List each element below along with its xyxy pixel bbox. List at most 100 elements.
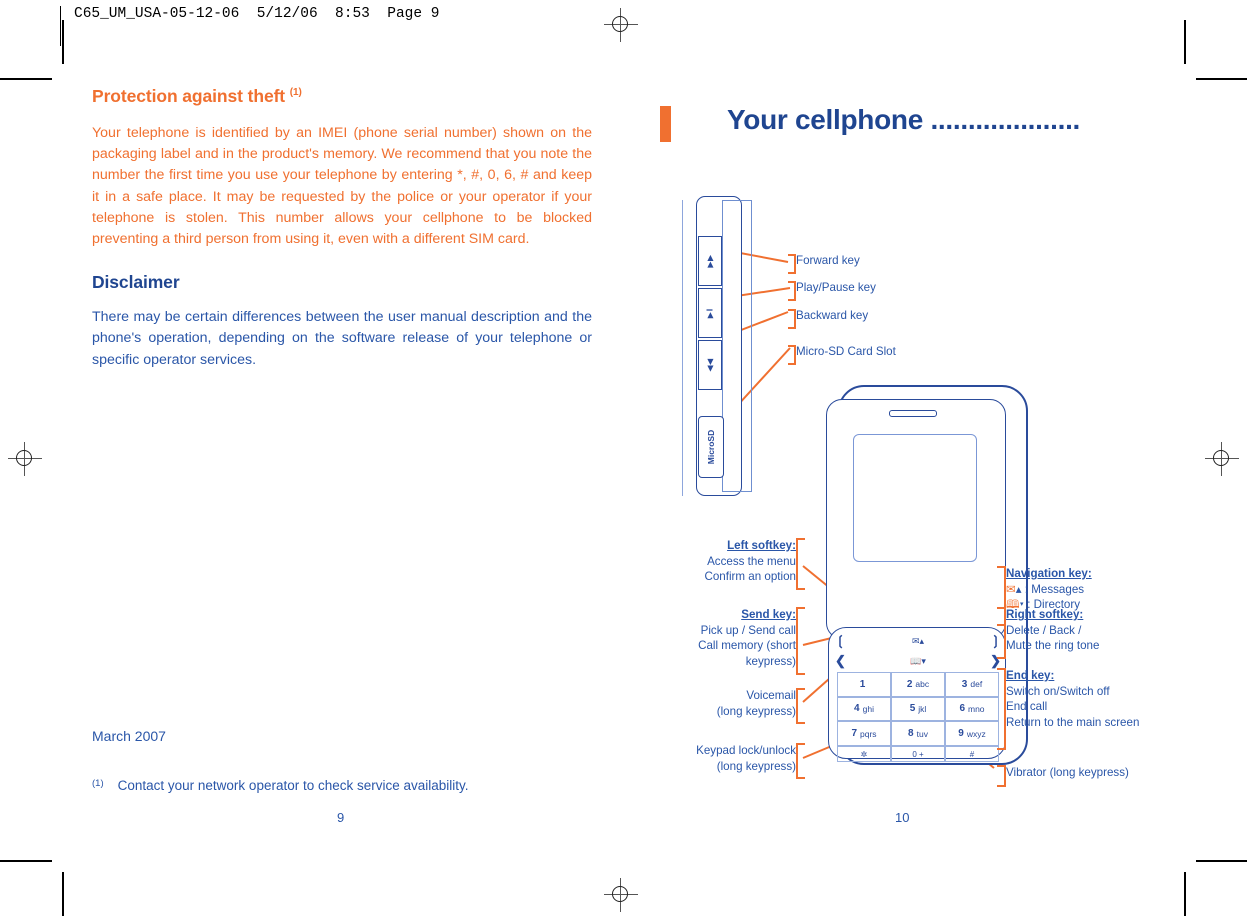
callout-bracket-vibrator [997, 765, 1006, 787]
callout-end-key-line-2: End call [1006, 700, 1048, 713]
book-down-icon[interactable]: 📖▾ [910, 656, 926, 667]
envelope-icon: ✉ [1006, 582, 1016, 596]
registration-mark-top [604, 8, 638, 42]
side-view-back-edge [722, 200, 752, 492]
play-pause-key[interactable]: ▶‖ [698, 288, 722, 338]
callout-left-softkey-line-2: Confirm an option [704, 570, 796, 583]
section-body-protection: Your telephone is identified by an IMEI … [92, 125, 592, 248]
key-1[interactable]: 1 [837, 672, 891, 697]
key-7-number: 7 [851, 728, 857, 740]
callout-send-key-title: Send key: [741, 608, 796, 621]
printed-page-spread: C65_UM_USA-05-12-06 5/12/06 8:53 Page 9 … [0, 0, 1247, 922]
callout-left-softkey: Left softkey: Access the menu Confirm an… [660, 538, 796, 585]
key-7-letters: pqrs [860, 728, 877, 739]
section-heading-disclaimer: Disclaimer [92, 272, 180, 293]
up-arrow-icon: ▴ [1015, 582, 1022, 596]
key-4-number: 4 [854, 703, 860, 715]
key-2[interactable]: 2 abc [891, 672, 945, 697]
callout-vibrator-line-1: Vibrator (long keypress) [1006, 766, 1129, 779]
label-forward-key: Forward key [796, 254, 860, 267]
navigation-row: ❮ 📖▾ ❯ [835, 652, 1001, 670]
key-4-letters: ghi [862, 703, 874, 714]
phone-keypad-area: ❲ ✉▴ ❳ ❮ 📖▾ ❯ 1 2 abc 3 def 4 ghi 5 jkl 6 mno… [828, 627, 1006, 762]
crop-mark-tr-v [1184, 20, 1186, 64]
crop-mark-tl-h [0, 78, 52, 80]
callout-bracket-left-softkey [796, 538, 805, 590]
micro-sd-label: MicroSD [706, 429, 716, 465]
footnote: (1) Contact your network operator to che… [92, 778, 469, 793]
label-backward-key: Backward key [796, 309, 869, 322]
callout-left-softkey-title: Left softkey: [727, 539, 796, 552]
callout-right-softkey-line-2: Mute the ring tone [1006, 639, 1100, 652]
key-5-number: 5 [909, 703, 916, 715]
callout-keypad-lock-line-1: Keypad lock/unlock [696, 744, 796, 757]
callout-bracket-voicemail [796, 688, 805, 724]
send-key[interactable]: ❲ [835, 633, 846, 649]
key-star[interactable]: ✲ [837, 746, 891, 762]
key-9[interactable]: 9 wxyz [945, 721, 999, 746]
label-bracket [788, 281, 796, 301]
chapter-title: Your cellphone .................... [727, 104, 1081, 135]
navigation-messages-row: ✉▴ : Messages [1006, 583, 1084, 596]
callout-send-key-line-3: keypress) [745, 654, 796, 668]
key-8-number: 8 [908, 728, 914, 740]
key-2-letters: abc [915, 679, 930, 690]
key-7[interactable]: 7 pqrs [837, 721, 891, 746]
section-heading-protection: Protection against theft (1) [92, 86, 592, 107]
callout-navigation-key-title: Navigation key: [1006, 567, 1092, 580]
key-3-letters: def [970, 679, 983, 690]
micro-sd-card-slot[interactable]: MicroSD [698, 416, 724, 478]
phone-side-view: ▶▶ ▶‖ ◀◀ MicroSD [682, 196, 758, 496]
callout-bracket-end-key [997, 668, 1006, 750]
footnote-text: Contact your network operator to check s… [117, 778, 469, 793]
label-bracket [788, 345, 796, 365]
registration-mark-left [8, 442, 42, 476]
key-hash[interactable]: # [945, 746, 999, 762]
backward-key[interactable]: ◀◀ [698, 340, 722, 390]
key-8-letters: tuv [916, 728, 928, 739]
callout-voicemail: Voicemail (long keypress) [660, 688, 796, 719]
callout-right-softkey-title: Right softkey: [1006, 608, 1084, 621]
publication-date: March 2007 [92, 728, 166, 744]
left-page-content: Protection against theft (1) Your teleph… [92, 86, 592, 371]
envelope-up-icon[interactable]: ✉▴ [912, 636, 924, 647]
key-zero-label: 0 + [912, 749, 924, 759]
key-6[interactable]: 6 mno [945, 696, 999, 722]
callout-right-softkey: Right softkey: Delete / Back / Mute the … [1006, 607, 1206, 654]
crop-mark-br-v [1184, 872, 1186, 916]
callout-bracket-right-softkey [997, 607, 1006, 659]
callout-navigation-key: Navigation key: ✉▴ : Messages 🕮▾ : Direc… [1006, 566, 1206, 613]
footnote-mark: (1) [92, 778, 104, 789]
key-6-letters: mno [968, 703, 985, 714]
page-number-left: 9 [337, 810, 345, 825]
key-9-number: 9 [958, 728, 964, 740]
navigation-messages-text: : Messages [1024, 582, 1085, 596]
callout-bracket-keypad-lock [796, 743, 805, 779]
key-4[interactable]: 4 ghi [837, 696, 891, 722]
key-3[interactable]: 3 def [945, 672, 999, 697]
callout-send-key: Send key: Pick up / Send call Call memor… [660, 607, 796, 669]
section-heading-protection-text: Protection against theft [92, 86, 286, 106]
callout-keypad-lock: Keypad lock/unlock (long keypress) [660, 743, 796, 774]
key-5[interactable]: 5 jkl [891, 696, 945, 722]
phone-diagram: ▶▶ ▶‖ ◀◀ MicroSD Forward key Play/Pause … [660, 180, 1240, 800]
running-head: C65_UM_USA-05-12-06 5/12/06 8:53 Page 9 [74, 6, 440, 22]
keypad-bottom-row: ✲ 0 + # [837, 746, 999, 762]
earpiece-speaker [889, 410, 937, 417]
crop-mark-br-h [1196, 860, 1247, 862]
callout-end-key-title: End key: [1006, 669, 1055, 682]
backward-key-icon: ◀◀ [705, 358, 715, 372]
key-9-letters: wxyz [966, 728, 986, 739]
key-8[interactable]: 8 tuv [891, 721, 945, 746]
key-3-number: 3 [961, 678, 968, 690]
key-6-number: 6 [959, 703, 965, 715]
key-zero[interactable]: 0 + [891, 746, 945, 762]
forward-key[interactable]: ▶▶ [698, 236, 722, 286]
phone-upper-shell [826, 399, 1006, 639]
callout-vibrator: Vibrator (long keypress) [1006, 765, 1216, 781]
key-2-number: 2 [906, 678, 913, 690]
left-softkey[interactable]: ❮ [835, 653, 846, 669]
softkey-row: ❲ ✉▴ ❳ [835, 632, 1001, 650]
key-1-number: 1 [859, 678, 866, 690]
callout-voicemail-line-1: Voicemail [746, 689, 796, 702]
